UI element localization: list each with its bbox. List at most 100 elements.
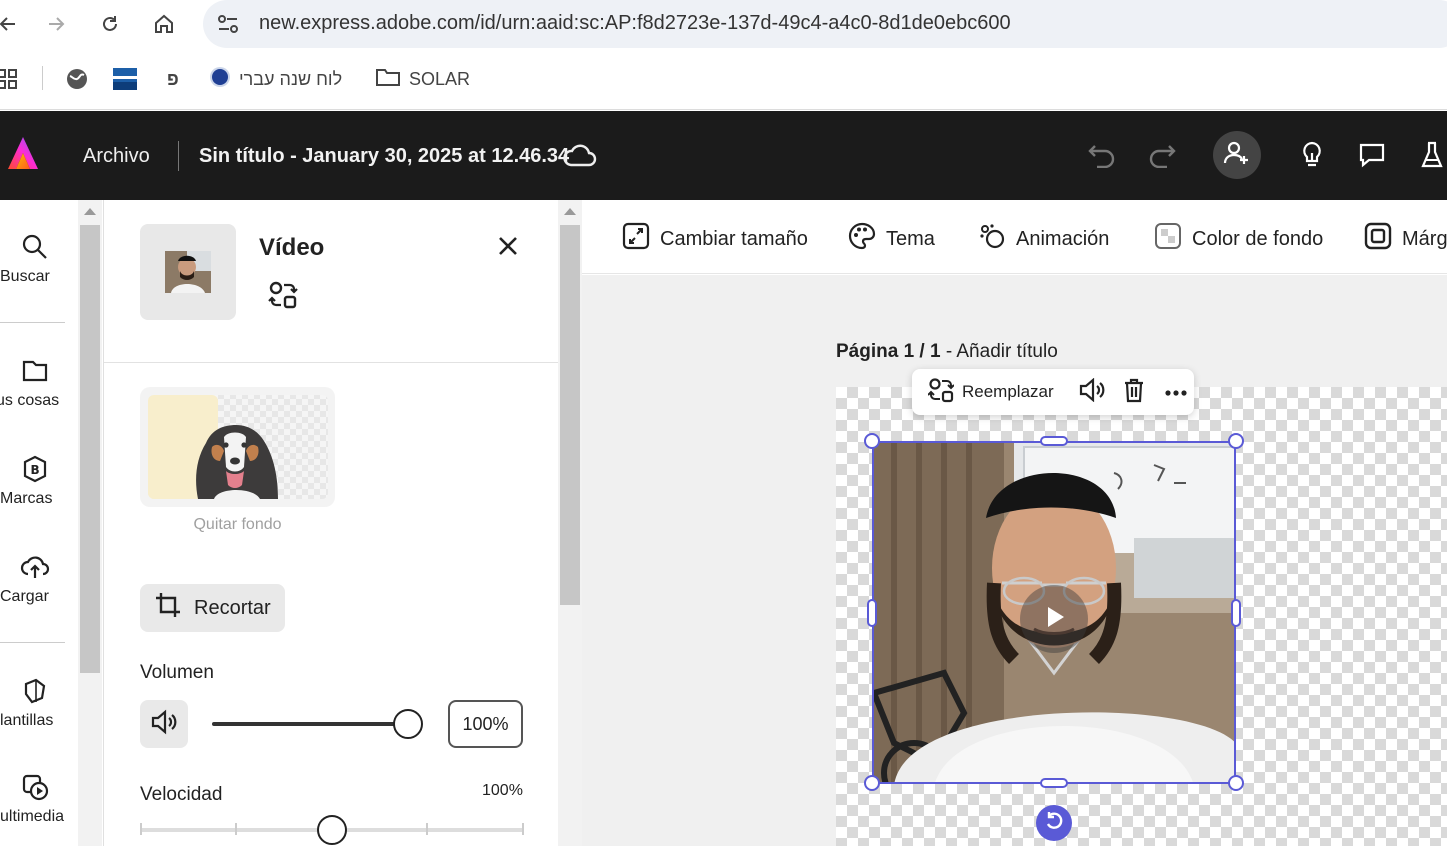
wave-bookmark-icon[interactable] [113,64,137,94]
multimedia-icon [20,772,50,802]
remove-background-card[interactable] [140,387,335,507]
resize-icon [622,222,650,256]
replace-icon[interactable] [927,377,955,408]
panel-divider [104,362,559,363]
close-panel-icon[interactable] [496,234,522,260]
animation-icon [978,222,1006,256]
delete-icon[interactable] [1122,377,1146,408]
play-icon [1040,603,1068,636]
page-label[interactable]: Página 1 / 1 - Añadir título [836,341,1058,363]
adobe-express-logo-icon[interactable] [4,135,42,173]
speed-value: 100% [482,782,523,799]
background-color-button[interactable]: Color de fondo [1154,222,1323,256]
labs-flask-icon[interactable] [1414,137,1447,173]
remove-background-label: Quitar fondo [193,516,282,533]
resize-handle-top-left[interactable] [864,433,880,449]
speed-label: Velocidad [140,784,223,805]
element-quick-toolbar: Reemplazar [912,369,1194,415]
rail-item-my-stuff[interactable]: us cosas [0,356,70,410]
replace-button[interactable]: Reemplazar [962,382,1054,402]
panel-title: Vídeo [259,234,325,261]
reload-icon[interactable] [96,10,124,38]
brand-icon: B [20,454,50,484]
resize-handle-bottom-right[interactable] [1228,775,1244,791]
crop-icon [154,591,182,625]
rotate-handle[interactable] [1036,805,1072,841]
rail-item-multimedia[interactable]: ultimedia [0,772,70,826]
document-title[interactable]: Sin título - January 30, 2025 at 12.46.3… [199,145,569,168]
invite-button[interactable] [1213,131,1261,179]
templates-icon [20,676,50,706]
play-button[interactable] [1020,585,1088,653]
home-icon[interactable] [150,10,178,38]
palette-icon [848,222,876,256]
scroll-up-arrow-icon[interactable] [84,208,96,215]
globe-bookmark-icon[interactable] [66,64,88,94]
rail-item-search[interactable]: Buscar [0,232,70,286]
redo-icon[interactable] [1144,137,1180,173]
video-thumbnail [140,224,236,320]
volume-slider-track[interactable] [212,722,408,726]
crop-button[interactable]: Recortar [140,584,285,632]
resize-handle-bottom-left[interactable] [864,775,880,791]
more-options-icon[interactable] [1164,382,1188,402]
back-icon[interactable] [0,10,22,38]
panel-scrollbar[interactable] [558,200,582,846]
cloud-save-icon[interactable] [562,141,598,174]
mute-toggle-button[interactable] [140,700,188,748]
header-divider [178,141,179,171]
volume-value-field[interactable]: 100% [448,700,523,748]
bookmark-solar[interactable]: SOLAR [375,64,470,94]
volume-icon[interactable] [1078,377,1106,407]
rail-divider [0,642,65,643]
undo-icon[interactable] [1084,137,1120,173]
calendar-bookmark-icon [209,66,231,93]
margins-icon [1364,222,1392,256]
resize-handle-bottom[interactable] [1040,778,1068,788]
speaker-icon [150,709,178,740]
speed-slider-handle[interactable] [317,815,347,845]
search-icon [20,232,50,262]
rail-item-templates[interactable]: lantillas [0,676,70,730]
rail-item-brands[interactable]: B Marcas [0,454,70,508]
resize-handle-left[interactable] [867,599,877,627]
browser-chrome: new.express.adobe.com/id/urn:aaid:sc:AP:… [0,0,1447,110]
bookmark-separator [42,66,43,90]
margins-button[interactable]: Márg [1364,222,1447,256]
resize-button[interactable]: Cambiar tamaño [622,222,808,256]
folder-icon [375,66,401,93]
speed-tick [426,823,428,835]
resize-handle-top-right[interactable] [1228,433,1244,449]
canvas-area[interactable]: Página 1 / 1 - Añadir título Reemplazar [582,275,1447,846]
speed-tick [235,823,237,835]
rotate-icon [1043,810,1065,837]
add-user-icon [1223,139,1251,172]
site-info-icon[interactable] [215,12,241,36]
address-bar[interactable]: new.express.adobe.com/id/urn:aaid:sc:AP:… [203,0,1447,48]
comment-icon[interactable] [1354,137,1390,173]
forward-icon[interactable] [42,10,70,38]
scrollbar-thumb[interactable] [560,225,580,605]
resize-handle-top[interactable] [1040,436,1068,446]
resize-handle-right[interactable] [1231,599,1241,627]
scrollbar-thumb[interactable] [80,225,100,673]
theme-button[interactable]: Tema [848,222,935,256]
apps-icon[interactable] [0,64,18,94]
speed-tick [522,823,524,835]
rail-divider [0,322,65,323]
app-header: Archivo Sin título - January 30, 2025 at… [0,111,1447,200]
page-number: Página 1 / 1 [836,341,941,362]
rail-item-upload[interactable]: Cargar [0,552,70,606]
replace-media-icon[interactable] [268,280,298,315]
animation-button[interactable]: Animación [978,222,1109,256]
scroll-up-arrow-icon[interactable] [564,208,576,215]
volume-slider-handle[interactable] [393,709,423,739]
background-color-icon [1154,222,1182,256]
file-menu[interactable]: Archivo [83,145,150,168]
bookmark-pe[interactable]: פ [167,64,179,94]
bookmark-hebrew-calendar[interactable]: לוח שנה עברי [209,64,342,94]
rail-scrollbar[interactable] [78,200,102,846]
add-title-link[interactable]: - Añadir título [941,341,1058,362]
lightbulb-icon[interactable] [1294,137,1330,173]
url-text[interactable]: new.express.adobe.com/id/urn:aaid:sc:AP:… [259,12,1011,35]
